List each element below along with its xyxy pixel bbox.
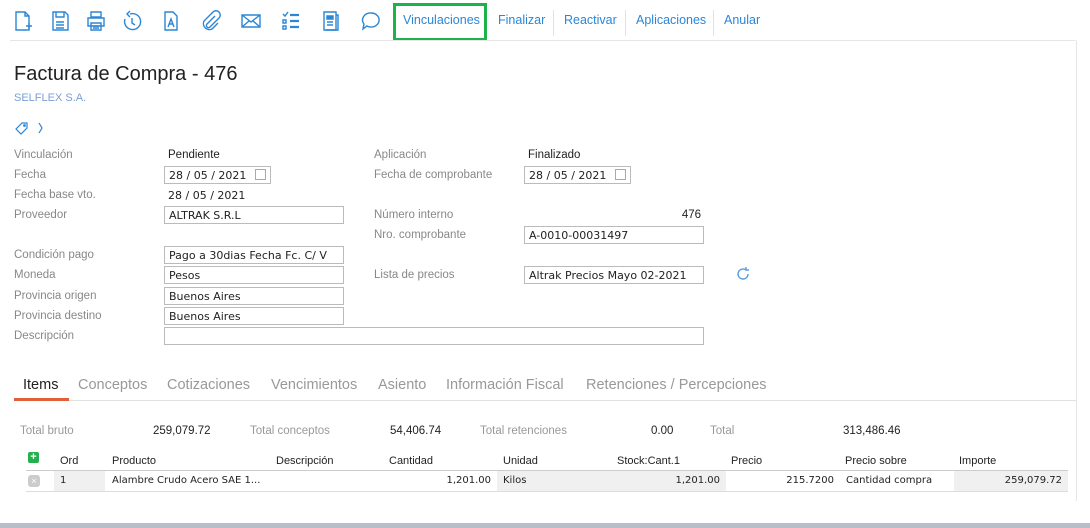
- provincia-destino-label: Provincia destino: [14, 310, 102, 322]
- column-header-descripcion[interactable]: Descripción: [276, 455, 333, 467]
- column-header-producto[interactable]: Producto: [112, 455, 156, 467]
- tab-cotizaciones[interactable]: Cotizaciones: [167, 377, 250, 393]
- delete-row-icon[interactable]: ×: [28, 475, 40, 487]
- tab-conceptos[interactable]: Conceptos: [78, 377, 147, 393]
- tab-retenciones-percepciones[interactable]: Retenciones / Percepciones: [586, 377, 767, 393]
- add-row-icon[interactable]: +: [28, 452, 39, 463]
- column-header-cantidad[interactable]: Cantidad: [389, 455, 433, 467]
- comment-icon[interactable]: [360, 10, 382, 32]
- cell-importe[interactable]: 259,079.72: [954, 471, 1068, 491]
- new-document-icon[interactable]: [12, 10, 34, 32]
- fecha-comprobante-value: 28 / 05 / 2021: [529, 169, 607, 182]
- nro-comprobante-label: Nro. comprobante: [374, 229, 467, 241]
- calendar-icon[interactable]: [255, 169, 266, 180]
- cell-stock[interactable]: 1,201.00: [610, 471, 726, 491]
- aplicacion-value: Finalizado: [528, 149, 581, 161]
- proveedor-label: Proveedor: [14, 209, 68, 221]
- page-title: Factura de Compra - 476: [14, 63, 238, 85]
- moneda-field[interactable]: Pesos: [164, 266, 344, 284]
- provincia-destino-field[interactable]: Buenos Aires: [164, 307, 344, 325]
- vinculacion-value: Pendiente: [168, 149, 220, 161]
- toolbar-divider-line: [10, 40, 1076, 41]
- numero-interno-value: 476: [681, 209, 701, 221]
- fecha-base-label: Fecha base vto.: [14, 189, 96, 201]
- refresh-icon[interactable]: [735, 266, 751, 282]
- anular-button[interactable]: Anular: [724, 13, 760, 27]
- total-retenciones-label: Total retenciones: [480, 425, 567, 437]
- attachment-icon[interactable]: [200, 10, 222, 32]
- total-conceptos-label: Total conceptos: [250, 425, 330, 437]
- fecha-field[interactable]: 28 / 05 / 2021: [164, 166, 271, 184]
- numero-interno-label: Número interno: [374, 209, 454, 221]
- column-header-importe[interactable]: Importe: [959, 455, 996, 467]
- vinculacion-label: Vinculación: [14, 149, 73, 161]
- toolbar-divider: [713, 10, 714, 36]
- total-retenciones-value: 0.00: [651, 425, 674, 437]
- finalizar-button[interactable]: Finalizar: [498, 13, 545, 27]
- column-header-precio-sobre[interactable]: Precio sobre: [845, 455, 907, 467]
- descripcion-label: Descripción: [14, 330, 75, 342]
- column-header-precio[interactable]: Precio: [731, 455, 762, 467]
- tab-divider: [14, 400, 1076, 401]
- tab-vencimientos[interactable]: Vencimientos: [271, 377, 357, 393]
- tab-items[interactable]: Items: [23, 377, 58, 393]
- total-bruto-label: Total bruto: [20, 425, 74, 437]
- moneda-label: Moneda: [14, 269, 56, 281]
- panel-border: [1076, 41, 1077, 501]
- cell-unidad[interactable]: Kilos: [497, 471, 610, 491]
- reactivar-button[interactable]: Reactivar: [564, 13, 617, 27]
- print-icon[interactable]: [85, 10, 107, 32]
- report-icon[interactable]: [320, 10, 342, 32]
- fecha-comprobante-field[interactable]: 28 / 05 / 2021: [524, 166, 631, 184]
- condicion-pago-field[interactable]: Pago a 30dias Fecha Fc. C/ V: [164, 246, 344, 264]
- tab-informacion-fiscal[interactable]: Información Fiscal: [446, 377, 564, 393]
- cell-precio-sobre[interactable]: Cantidad compra: [840, 471, 954, 491]
- descripcion-field[interactable]: [164, 327, 704, 345]
- column-header-stock[interactable]: Stock:Cant.1: [617, 455, 680, 467]
- provincia-origen-field[interactable]: Buenos Aires: [164, 287, 344, 305]
- company-name: SELFLEX S.A.: [14, 92, 87, 104]
- fecha-label: Fecha: [14, 169, 46, 181]
- table-row[interactable]: × 1 Alambre Crudo Acero SAE 1... 1,201.0…: [26, 470, 1068, 492]
- column-header-ord[interactable]: Ord: [60, 455, 78, 467]
- cell-descripcion[interactable]: [272, 471, 384, 491]
- toolbar-divider: [625, 10, 626, 36]
- toolbar-divider: [553, 10, 554, 36]
- aplicaciones-button[interactable]: Aplicaciones: [636, 13, 706, 27]
- total-conceptos-value: 54,406.74: [390, 425, 442, 437]
- tag-icon[interactable]: [14, 121, 44, 135]
- proveedor-field[interactable]: ALTRAK S.R.L: [164, 206, 344, 224]
- text-document-icon[interactable]: [160, 10, 182, 32]
- cell-cantidad[interactable]: 1,201.00: [384, 471, 497, 491]
- total-bruto-value: 259,079.72: [153, 425, 211, 437]
- fecha-value: 28 / 05 / 2021: [169, 169, 247, 182]
- active-tab-indicator: [14, 398, 69, 401]
- vinculaciones-button[interactable]: Vinculaciones: [403, 13, 480, 27]
- cell-precio[interactable]: 215.7200: [726, 471, 840, 491]
- email-icon[interactable]: [240, 10, 262, 32]
- tab-asiento[interactable]: Asiento: [378, 377, 426, 393]
- calendar-icon[interactable]: [615, 169, 626, 180]
- column-header-unidad[interactable]: Unidad: [503, 455, 538, 467]
- condicion-pago-label: Condición pago: [14, 249, 94, 261]
- lista-precios-field[interactable]: Altrak Precios Mayo 02-2021: [524, 266, 704, 284]
- provincia-origen-label: Provincia origen: [14, 290, 97, 302]
- horizontal-scrollbar[interactable]: [0, 523, 1090, 528]
- save-icon[interactable]: [49, 10, 71, 32]
- fecha-base-value: 28 / 05 / 2021: [168, 189, 246, 202]
- fecha-comprobante-label: Fecha de comprobante: [374, 169, 493, 181]
- cell-ord[interactable]: 1: [54, 471, 105, 491]
- checklist-icon[interactable]: [280, 10, 302, 32]
- lista-precios-label: Lista de precios: [374, 269, 455, 281]
- history-icon[interactable]: [121, 10, 143, 32]
- aplicacion-label: Aplicación: [374, 149, 427, 161]
- nro-comprobante-field[interactable]: A-0010-00031497: [524, 226, 704, 244]
- total-label: Total: [710, 425, 735, 437]
- cell-producto[interactable]: Alambre Crudo Acero SAE 1...: [106, 471, 272, 491]
- total-value: 313,486.46: [843, 425, 901, 437]
